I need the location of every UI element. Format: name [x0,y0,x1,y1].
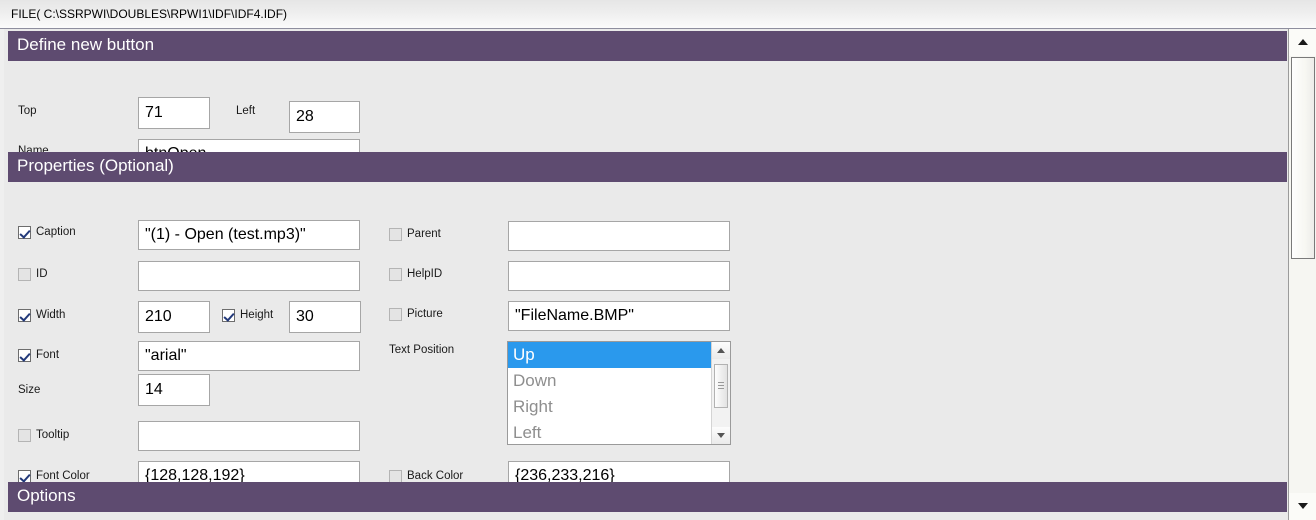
help-id-checkbox-row[interactable]: HelpID [389,268,442,281]
list-item[interactable]: Right [508,394,711,420]
text-position-listbox[interactable]: Up Down Right Left [507,341,731,445]
parent-checkbox[interactable] [389,228,402,241]
left-input[interactable]: 28 [289,101,360,133]
caption-input[interactable]: "(1) - Open (test.mp3)" [138,220,360,250]
id-label: ID [36,268,48,280]
font-checkbox-row[interactable]: Font [18,349,59,362]
height-checkbox[interactable] [222,309,235,322]
picture-label: Picture [407,308,443,320]
parent-checkbox-row[interactable]: Parent [389,228,441,241]
tooltip-checkbox-row[interactable]: Tooltip [18,429,69,442]
page-scroll-down-button[interactable] [1289,493,1316,520]
caption-checkbox[interactable] [18,226,31,239]
properties-panel: Caption "(1) - Open (test.mp3)" ID Width… [8,182,1287,491]
application-window: FILE( C:\SSRPWI\DOUBLES\RPWI1\IDF\IDF4.I… [0,0,1316,520]
height-label: Height [240,309,274,321]
triangle-up-icon [1297,39,1308,45]
id-checkbox[interactable] [18,268,31,281]
page-scrollbar-thumb[interactable] [1291,57,1315,259]
top-label: Top [18,105,37,117]
triangle-down-icon [717,433,725,438]
size-input[interactable]: 14 [138,374,210,406]
height-input[interactable]: 30 [289,301,361,333]
define-new-button-panel: Top 71 Left 28 Name btnOpen [8,61,1287,169]
size-label: Size [18,384,41,396]
tooltip-input[interactable] [138,421,360,451]
picture-checkbox[interactable] [389,308,402,321]
id-input[interactable] [138,261,360,291]
triangle-up-icon [717,348,725,353]
list-item[interactable]: Up [508,342,711,368]
left-label: Left [236,105,256,117]
width-checkbox-row[interactable]: Width [18,309,65,322]
file-path-title: FILE( C:\SSRPWI\DOUBLES\RPWI1\IDF\IDF4.I… [11,7,288,21]
height-checkbox-row[interactable]: Height [222,309,273,322]
section-header-properties: Properties (Optional) [8,152,1287,182]
parent-label: Parent [407,228,441,240]
text-position-option-list: Up Down Right Left [508,342,711,444]
tooltip-label: Tooltip [36,429,70,441]
list-item[interactable]: Down [508,368,711,394]
caption-label: Caption [36,226,76,238]
caption-checkbox-row[interactable]: Caption [18,226,76,239]
text-position-scrollbar[interactable] [711,342,730,444]
window-title-bar: FILE( C:\SSRPWI\DOUBLES\RPWI1\IDF\IDF4.I… [0,0,1316,29]
picture-checkbox-row[interactable]: Picture [389,308,443,321]
picture-input[interactable]: "FileName.BMP" [508,301,730,331]
grip-icon [718,382,724,390]
width-input[interactable]: 210 [138,301,210,333]
section-title-options: Options [17,486,76,505]
parent-input[interactable] [508,221,730,251]
section-title-properties: Properties (Optional) [17,156,174,175]
font-checkbox[interactable] [18,349,31,362]
triangle-down-icon [1297,503,1308,509]
form-content-area: Define new button Top 71 Left 28 Name bt… [0,29,1288,520]
scroll-up-button[interactable] [712,342,730,359]
id-checkbox-row[interactable]: ID [18,268,48,281]
tooltip-checkbox[interactable] [18,429,31,442]
page-vertical-scrollbar[interactable] [1288,29,1316,520]
help-id-checkbox[interactable] [389,268,402,281]
help-id-input[interactable] [508,261,730,291]
width-checkbox[interactable] [18,309,31,322]
page-scroll-up-button[interactable] [1289,29,1316,56]
scroll-down-button[interactable] [712,427,730,444]
list-item[interactable]: Left [508,420,711,444]
section-header-define-new-button: Define new button [8,31,1287,61]
font-label: Font [36,349,60,361]
width-label: Width [36,309,66,321]
font-input[interactable]: "arial" [138,341,360,371]
help-id-label: HelpID [407,268,443,280]
section-title-define-new-button: Define new button [17,35,155,54]
top-input[interactable]: 71 [138,97,210,129]
scrollbar-thumb[interactable] [714,364,728,408]
section-header-options: Options [8,482,1287,512]
text-position-label: Text Position [389,344,455,356]
